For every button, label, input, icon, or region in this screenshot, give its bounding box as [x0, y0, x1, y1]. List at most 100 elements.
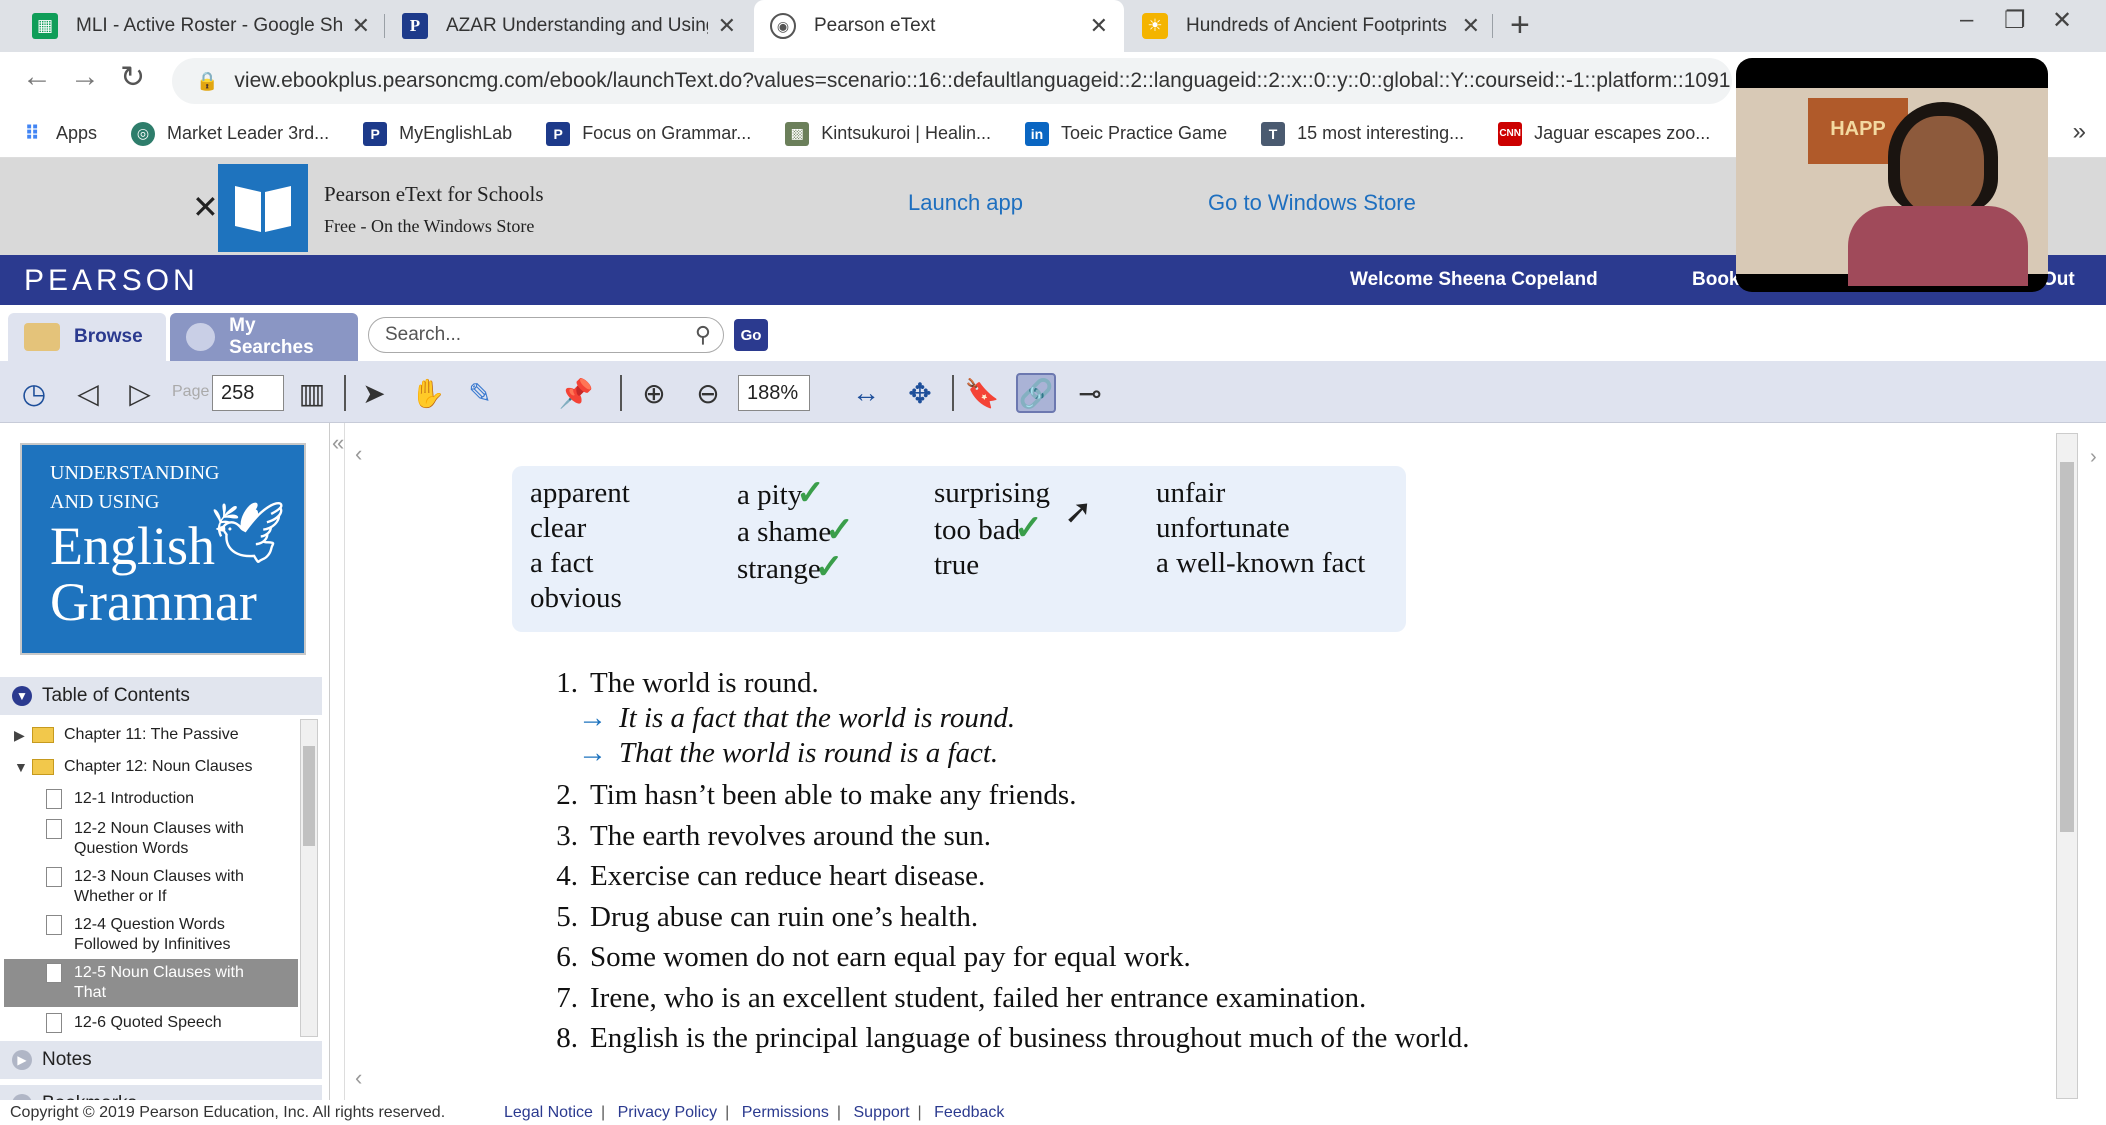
restore-icon[interactable]: ❐: [2004, 6, 2026, 35]
select-arrow-icon[interactable]: ➤: [354, 373, 394, 413]
bookmark-focus-on-grammar[interactable]: P Focus on Grammar...: [546, 121, 751, 146]
link-icon[interactable]: 🔗: [1016, 373, 1056, 413]
back-arrow-icon[interactable]: ←: [22, 60, 52, 94]
exercise-number: 3.: [556, 819, 578, 852]
browser-tab-strip: ▦ MLI - Active Roster - Google She ✕ P A…: [0, 0, 2106, 52]
tab-my-searches[interactable]: My Searches: [170, 313, 358, 361]
search-icon[interactable]: ⚲: [695, 322, 711, 348]
page-scrollbar[interactable]: [2056, 433, 2078, 1099]
toc-header[interactable]: ▼ Table of Contents: [0, 677, 322, 715]
bookmark-15-most[interactable]: T 15 most interesting...: [1261, 121, 1464, 146]
close-icon[interactable]: ✕: [718, 13, 736, 39]
bookmark-toeic[interactable]: in Toeic Practice Game: [1025, 121, 1227, 146]
sticky-note-pin-icon[interactable]: 📌: [556, 373, 596, 413]
example-answer: → It is a fact that the world is round.: [578, 701, 1470, 736]
close-icon[interactable]: ✕: [352, 13, 370, 39]
exercise-list: 1. The world is round. → It is a fact tha…: [538, 666, 1470, 1059]
toc-item-12-2[interactable]: 12-2 Noun Clauses with Question Words: [4, 815, 298, 863]
exercise-item: 7. Irene, who is an excellent student, f…: [538, 978, 1470, 1019]
collapse-arrow-icon[interactable]: ▼: [14, 757, 32, 777]
feedback-link[interactable]: Feedback: [934, 1104, 1004, 1121]
url-text: view.ebookplus.pearsoncmg.com/ebook/laun…: [234, 69, 1732, 92]
chevron-left-icon[interactable]: ‹: [355, 441, 362, 467]
footer: Copyright © 2019 Pearson Education, Inc.…: [0, 1100, 2106, 1125]
scrollbar-thumb[interactable]: [303, 746, 315, 846]
toc-item-chapter-11[interactable]: ▶ Chapter 11: The Passive: [4, 719, 298, 751]
toc-item-label: 12-1 Introduction: [74, 790, 195, 807]
support-link[interactable]: Support: [854, 1104, 910, 1121]
toc-item-label: 12-5 Noun Clauses with That: [74, 964, 244, 1001]
mouse-cursor-icon: ➚: [1064, 493, 1093, 531]
next-page-icon[interactable]: ▷: [120, 373, 160, 413]
browser-tab-roster[interactable]: ▦ MLI - Active Roster - Google She ✕: [16, 0, 386, 52]
bookmark-label: Market Leader 3rd...: [167, 123, 330, 143]
new-tab-button[interactable]: +: [1510, 6, 1530, 45]
word-column: unfair unfortunate a well-known fact: [1156, 476, 1365, 581]
address-bar[interactable]: 🔒 view.ebookplus.pearsoncmg.com/ebook/la…: [172, 58, 1732, 104]
search-input[interactable]: Search... ⚲: [368, 317, 724, 353]
windows-store-link[interactable]: Go to Windows Store: [1208, 190, 1416, 216]
toc-item-12-4[interactable]: 12-4 Question Words Followed by Infiniti…: [4, 911, 298, 959]
tab-browse[interactable]: Browse: [8, 313, 166, 361]
document-icon: [46, 789, 62, 809]
fit-width-icon[interactable]: ↔: [846, 373, 886, 413]
scrollbar-thumb[interactable]: [2060, 462, 2074, 832]
exercise-item: 5. Drug abuse can ruin one’s health.: [538, 897, 1470, 938]
bookmark-market-leader[interactable]: ◎ Market Leader 3rd...: [131, 121, 330, 146]
privacy-policy-link[interactable]: Privacy Policy: [618, 1104, 718, 1121]
toc-item-12-6[interactable]: 12-6 Quoted Speech: [4, 1007, 298, 1037]
toc-item-chapter-12[interactable]: ▼ Chapter 12: Noun Clauses: [4, 751, 298, 783]
history-clock-icon[interactable]: ◷: [14, 373, 54, 413]
bookmark-icon[interactable]: 🔖: [962, 373, 1002, 413]
bookmark-jaguar[interactable]: CNN Jaguar escapes zoo...: [1498, 121, 1710, 146]
linkedin-icon: in: [1025, 121, 1050, 146]
zoom-in-icon[interactable]: ⊕: [634, 373, 674, 413]
zoom-out-icon[interactable]: ⊖: [688, 373, 728, 413]
toc-item-12-5[interactable]: 12-5 Noun Clauses with That: [4, 959, 298, 1007]
cover-line: Grammar: [50, 572, 257, 632]
go-button[interactable]: Go: [734, 319, 768, 351]
page-number-input[interactable]: 258: [212, 375, 284, 411]
permissions-link[interactable]: Permissions: [742, 1104, 829, 1121]
browser-tab-pearson-etext[interactable]: ◉ Pearson eText ✕: [754, 0, 1124, 52]
chevron-right-icon[interactable]: ›: [2090, 446, 2097, 469]
minimize-icon[interactable]: –: [1960, 6, 1973, 34]
reload-icon[interactable]: ↻: [120, 60, 145, 95]
forward-arrow-icon[interactable]: →: [70, 60, 100, 94]
chevron-right-double-icon[interactable]: »: [2073, 118, 2086, 146]
expand-arrow-icon[interactable]: ▶: [14, 725, 32, 745]
previous-page-icon[interactable]: ◁: [68, 373, 108, 413]
hand-pan-icon[interactable]: ✋: [408, 373, 448, 413]
toc-scrollbar[interactable]: [300, 719, 318, 1037]
notes-header[interactable]: ▶ Notes: [0, 1041, 322, 1079]
bookmark-myenglishlab[interactable]: P MyEnglishLab: [363, 121, 512, 146]
banner-close-button[interactable]: ✕: [192, 188, 219, 226]
page-label: Page: [172, 383, 210, 400]
zoom-level-input[interactable]: 188%: [738, 375, 810, 411]
launch-app-link[interactable]: Launch app: [908, 190, 1023, 216]
bookmark-kintsukuroi[interactable]: ▩ Kintsukuroi | Healin...: [785, 121, 991, 146]
toc-title: Table of Contents: [42, 685, 190, 706]
book-cover[interactable]: UNDERSTANDING AND USING English Grammar …: [20, 443, 306, 655]
exercise-item: 3. The earth revolves around the sun.: [538, 816, 1470, 857]
tab-label: My Searches: [229, 315, 314, 358]
toc-item-12-3[interactable]: 12-3 Noun Clauses with Whether or If: [4, 863, 298, 911]
toggle-switch-icon[interactable]: ⊸: [1070, 373, 1110, 413]
fit-page-icon[interactable]: ✥: [900, 373, 940, 413]
browser-tab-azar[interactable]: P AZAR Understanding and Using ✕: [386, 0, 752, 52]
close-icon[interactable]: ✕: [1090, 13, 1108, 39]
two-page-view-icon[interactable]: ▥: [292, 373, 332, 413]
pearson-icon: P: [546, 121, 571, 146]
browser-tab-footprints[interactable]: ☀ Hundreds of Ancient Footprints ✕: [1126, 0, 1496, 52]
chevron-left-icon[interactable]: ‹: [355, 1065, 362, 1091]
toc-item-12-1[interactable]: 12-1 Introduction: [4, 783, 298, 815]
example-answer: → That the world is round is a fact.: [578, 736, 1470, 771]
window-close-icon[interactable]: ✕: [2052, 6, 2072, 35]
search-placeholder: Search...: [385, 324, 462, 345]
collapse-panel-icon[interactable]: «: [332, 430, 344, 456]
toc-item-label: 12-6 Quoted Speech: [74, 1014, 222, 1031]
legal-notice-link[interactable]: Legal Notice: [504, 1104, 593, 1121]
highlighter-icon[interactable]: ✎: [460, 373, 500, 413]
close-icon[interactable]: ✕: [1462, 13, 1480, 39]
bookmark-apps[interactable]: ⠿ Apps: [20, 121, 97, 146]
